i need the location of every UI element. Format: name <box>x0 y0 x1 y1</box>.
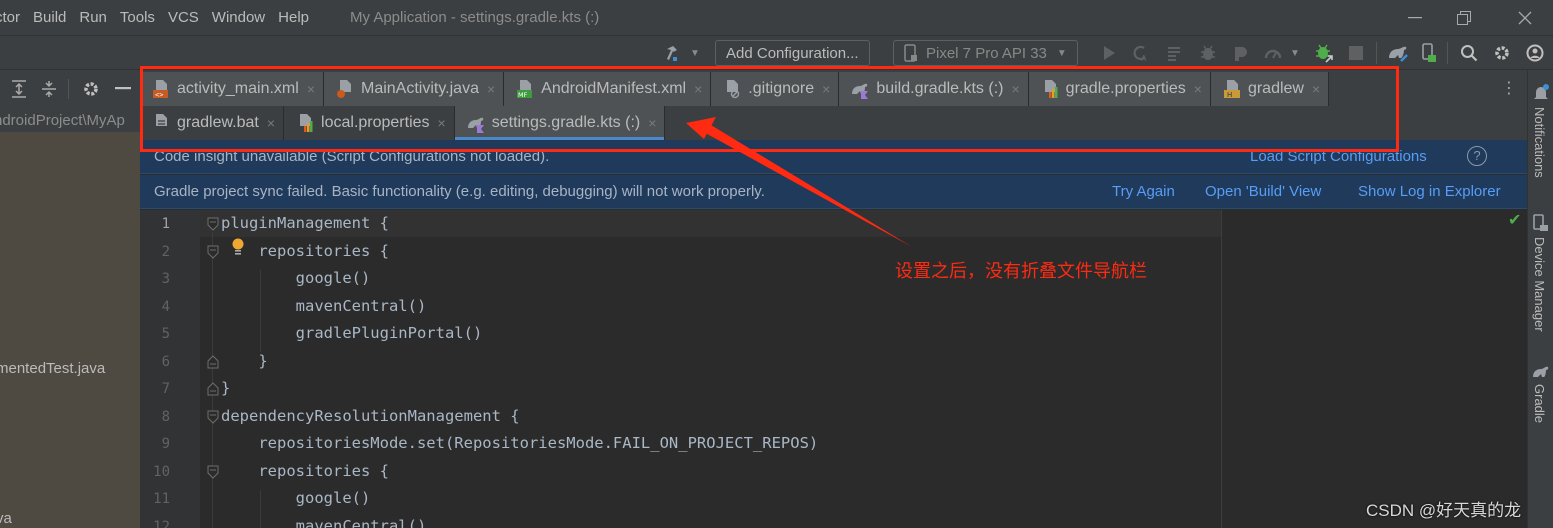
annotation-arrow-shaft <box>700 122 912 247</box>
watermark: CSDN @好天真的龙 <box>1366 501 1522 520</box>
annotation-arrow <box>686 117 912 247</box>
annotation-text: 设置之后，没有折叠文件导航栏 <box>895 261 1147 281</box>
